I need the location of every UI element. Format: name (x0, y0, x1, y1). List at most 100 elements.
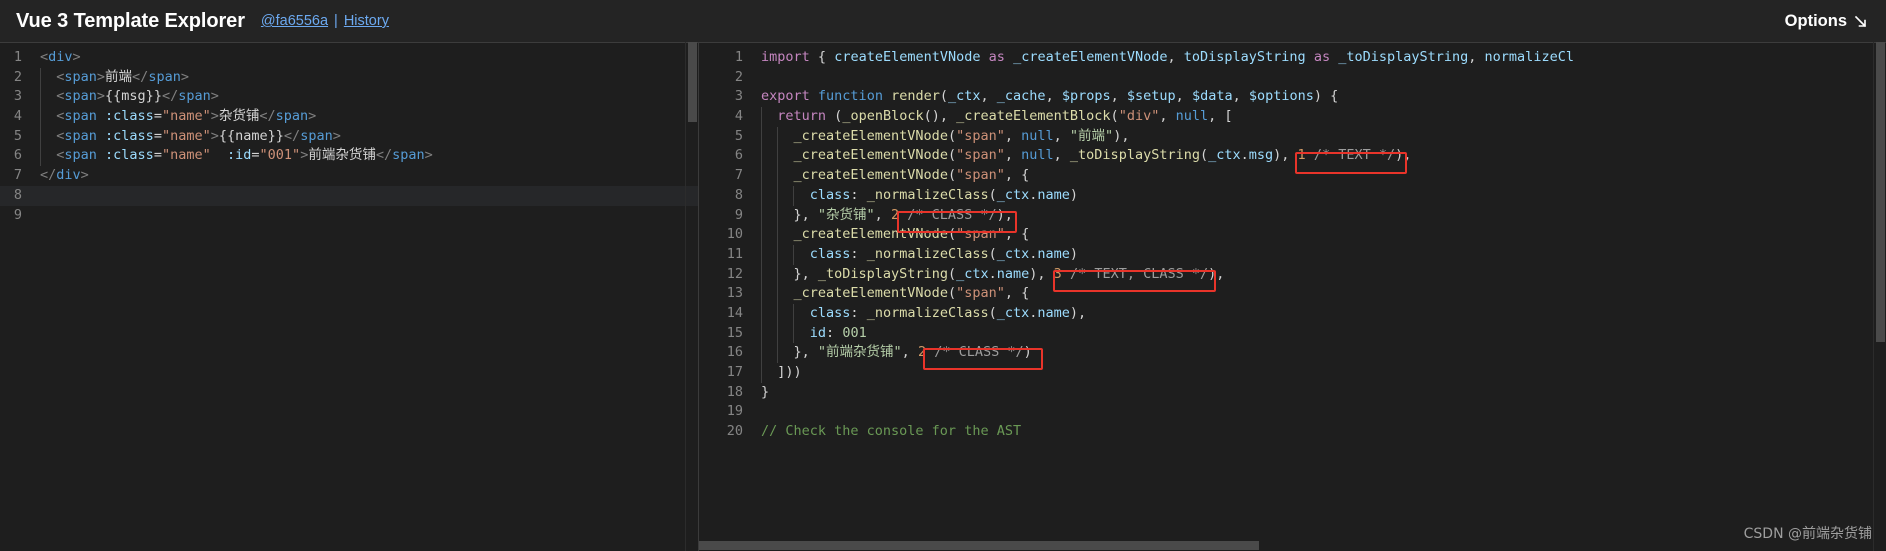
code-line[interactable]: 7 _createElementVNode("span", { (699, 166, 1886, 186)
code-line[interactable]: 2 (699, 68, 1886, 88)
code-line[interactable]: 3 <span>{{msg}}</span> (0, 87, 698, 108)
code-token: "div" (1118, 108, 1160, 125)
code-line-content: <span>前端</span> (40, 67, 698, 88)
code-token: "name" (161, 108, 211, 125)
code-line[interactable]: 20 // Check the console for the AST (699, 422, 1886, 442)
code-line-content: }, _toDisplayString(_ctx.name), 3 /* TEX… (761, 264, 1886, 285)
code-token: ( (939, 88, 949, 105)
line-number: 9 (13, 206, 22, 223)
code-token: , (1159, 108, 1176, 125)
code-line[interactable]: 18} (699, 383, 1886, 403)
code-token: > (96, 68, 106, 85)
indent-guide (777, 343, 779, 364)
code-token: _createElementVNode (793, 226, 948, 243)
code-line[interactable]: 9 }, "杂货铺", 2 /* CLASS */), (699, 205, 1886, 226)
line-number: 1 (13, 49, 22, 65)
options-button[interactable]: Options (1785, 12, 1868, 31)
left-vertical-scrollbar[interactable] (686, 42, 698, 551)
right-horizontal-scrollbar[interactable] (699, 540, 1886, 551)
right-vertical-scrollbar[interactable] (1874, 42, 1886, 551)
code-token: . (988, 265, 997, 282)
code-token: span (64, 88, 97, 105)
code-token: "span" (956, 147, 1005, 164)
left-vertical-scroll-thumb[interactable] (688, 42, 697, 122)
code-token: </ (161, 88, 179, 105)
indent-guide (761, 284, 762, 304)
code-line[interactable]: 11 class: _normalizeClass(_ctx.name) (699, 244, 1886, 265)
line-number: 10 (726, 226, 743, 243)
commit-link[interactable]: @fa6556a (261, 13, 328, 29)
code-line[interactable]: 1 <div> (0, 48, 698, 68)
code-token: // Check the console for the AST (761, 423, 1022, 440)
code-token: ), (996, 206, 1013, 223)
code-token: </ (132, 68, 149, 85)
code-line[interactable]: 7 </div> (0, 166, 698, 186)
right-horizontal-scroll-thumb[interactable] (699, 541, 1259, 550)
code-line[interactable]: 3 export function render(_ctx, _cache, $p… (699, 87, 1886, 107)
template-source-code[interactable]: 1 <div> 2 <span>前端</span> 3 <span>{{msg}}</… (0, 42, 698, 225)
code-line[interactable]: 16 }, "前端杂货铺", 2 /* CLASS */) (699, 343, 1886, 364)
indent-guide (793, 303, 795, 324)
code-line[interactable]: 15 id: 001 (699, 323, 1886, 344)
indent-guide (761, 107, 762, 127)
code-line[interactable]: 4 return (_openBlock(), _createElementBl… (699, 107, 1886, 127)
code-token: . (1240, 147, 1249, 164)
code-token: 2 (890, 206, 900, 223)
code-token: ( (947, 285, 957, 302)
code-line[interactable]: 6 <span :class="name" :id="001">前端杂货铺</s… (0, 146, 698, 167)
code-token: </ (40, 167, 57, 184)
indent-guide (777, 166, 779, 186)
code-token: name (1037, 304, 1070, 321)
code-token: normalizeCl (1484, 49, 1574, 65)
code-token: createElementVNode (834, 49, 981, 65)
code-token: > (180, 68, 189, 85)
code-token: ) (1069, 245, 1079, 262)
template-source-pane[interactable]: 1 <div> 2 <span>前端</span> 3 <span>{{msg}}</… (0, 42, 699, 551)
code-line[interactable]: 14 class: _normalizeClass(_ctx.name), (699, 303, 1886, 324)
code-line[interactable]: 4 <span :class="name">杂货铺</span> (0, 107, 698, 127)
line-number: 2 (13, 68, 22, 85)
code-token: ), (1208, 265, 1225, 282)
code-line[interactable]: 10 _createElementVNode("span", { (699, 225, 1886, 245)
code-line[interactable]: 5 _createElementVNode("span", null, "前端"… (699, 126, 1886, 147)
code-token: , (1053, 147, 1070, 164)
code-line[interactable]: 8 (0, 185, 698, 206)
indent-guide (777, 244, 779, 265)
right-vertical-scroll-thumb[interactable] (1876, 42, 1885, 342)
code-token: span (64, 147, 97, 164)
code-line[interactable]: 1 import { createElementVNode as _createE… (699, 48, 1886, 68)
line-number: 19 (726, 403, 743, 420)
code-token: < (40, 49, 49, 65)
code-line[interactable]: 2 <span>前端</span> (0, 67, 698, 88)
code-line[interactable]: 17 ])) (699, 363, 1886, 383)
code-line[interactable]: 5 <span :class="name">{{name}}</span> (0, 126, 698, 147)
code-line[interactable]: 12 }, _toDisplayString(_ctx.name), 3 /* … (699, 264, 1886, 285)
code-token: :class (105, 147, 154, 164)
compiled-output-pane[interactable]: 1 import { createElementVNode as _createE… (699, 42, 1886, 551)
code-token: :class (105, 127, 154, 144)
header-links: @fa6556a | History (261, 13, 389, 29)
code-line[interactable]: 8 class: _normalizeClass(_ctx.name) (699, 185, 1886, 206)
indent-guide (777, 126, 779, 147)
code-line[interactable]: 19 (699, 402, 1886, 422)
history-link[interactable]: History (344, 13, 389, 29)
code-token: ( (947, 265, 957, 282)
code-line[interactable]: 13 _createElementVNode("span", { (699, 284, 1886, 304)
line-number: 8 (734, 186, 743, 203)
code-token: , { (1004, 167, 1030, 184)
indent-guide (777, 323, 779, 344)
indent-guide (761, 166, 762, 186)
code-token: :class (105, 108, 154, 125)
code-line[interactable]: 6 _createElementVNode("span", null, _toD… (699, 146, 1886, 167)
compiled-output-code[interactable]: 1 import { createElementVNode as _createE… (699, 42, 1886, 442)
code-line[interactable]: 9 (0, 206, 698, 226)
code-line-content: _createElementVNode("span", { (761, 166, 1886, 186)
code-token: ( (988, 186, 997, 203)
indent-guide (761, 205, 762, 226)
code-token: name (1037, 186, 1070, 203)
line-number: 13 (726, 285, 743, 302)
